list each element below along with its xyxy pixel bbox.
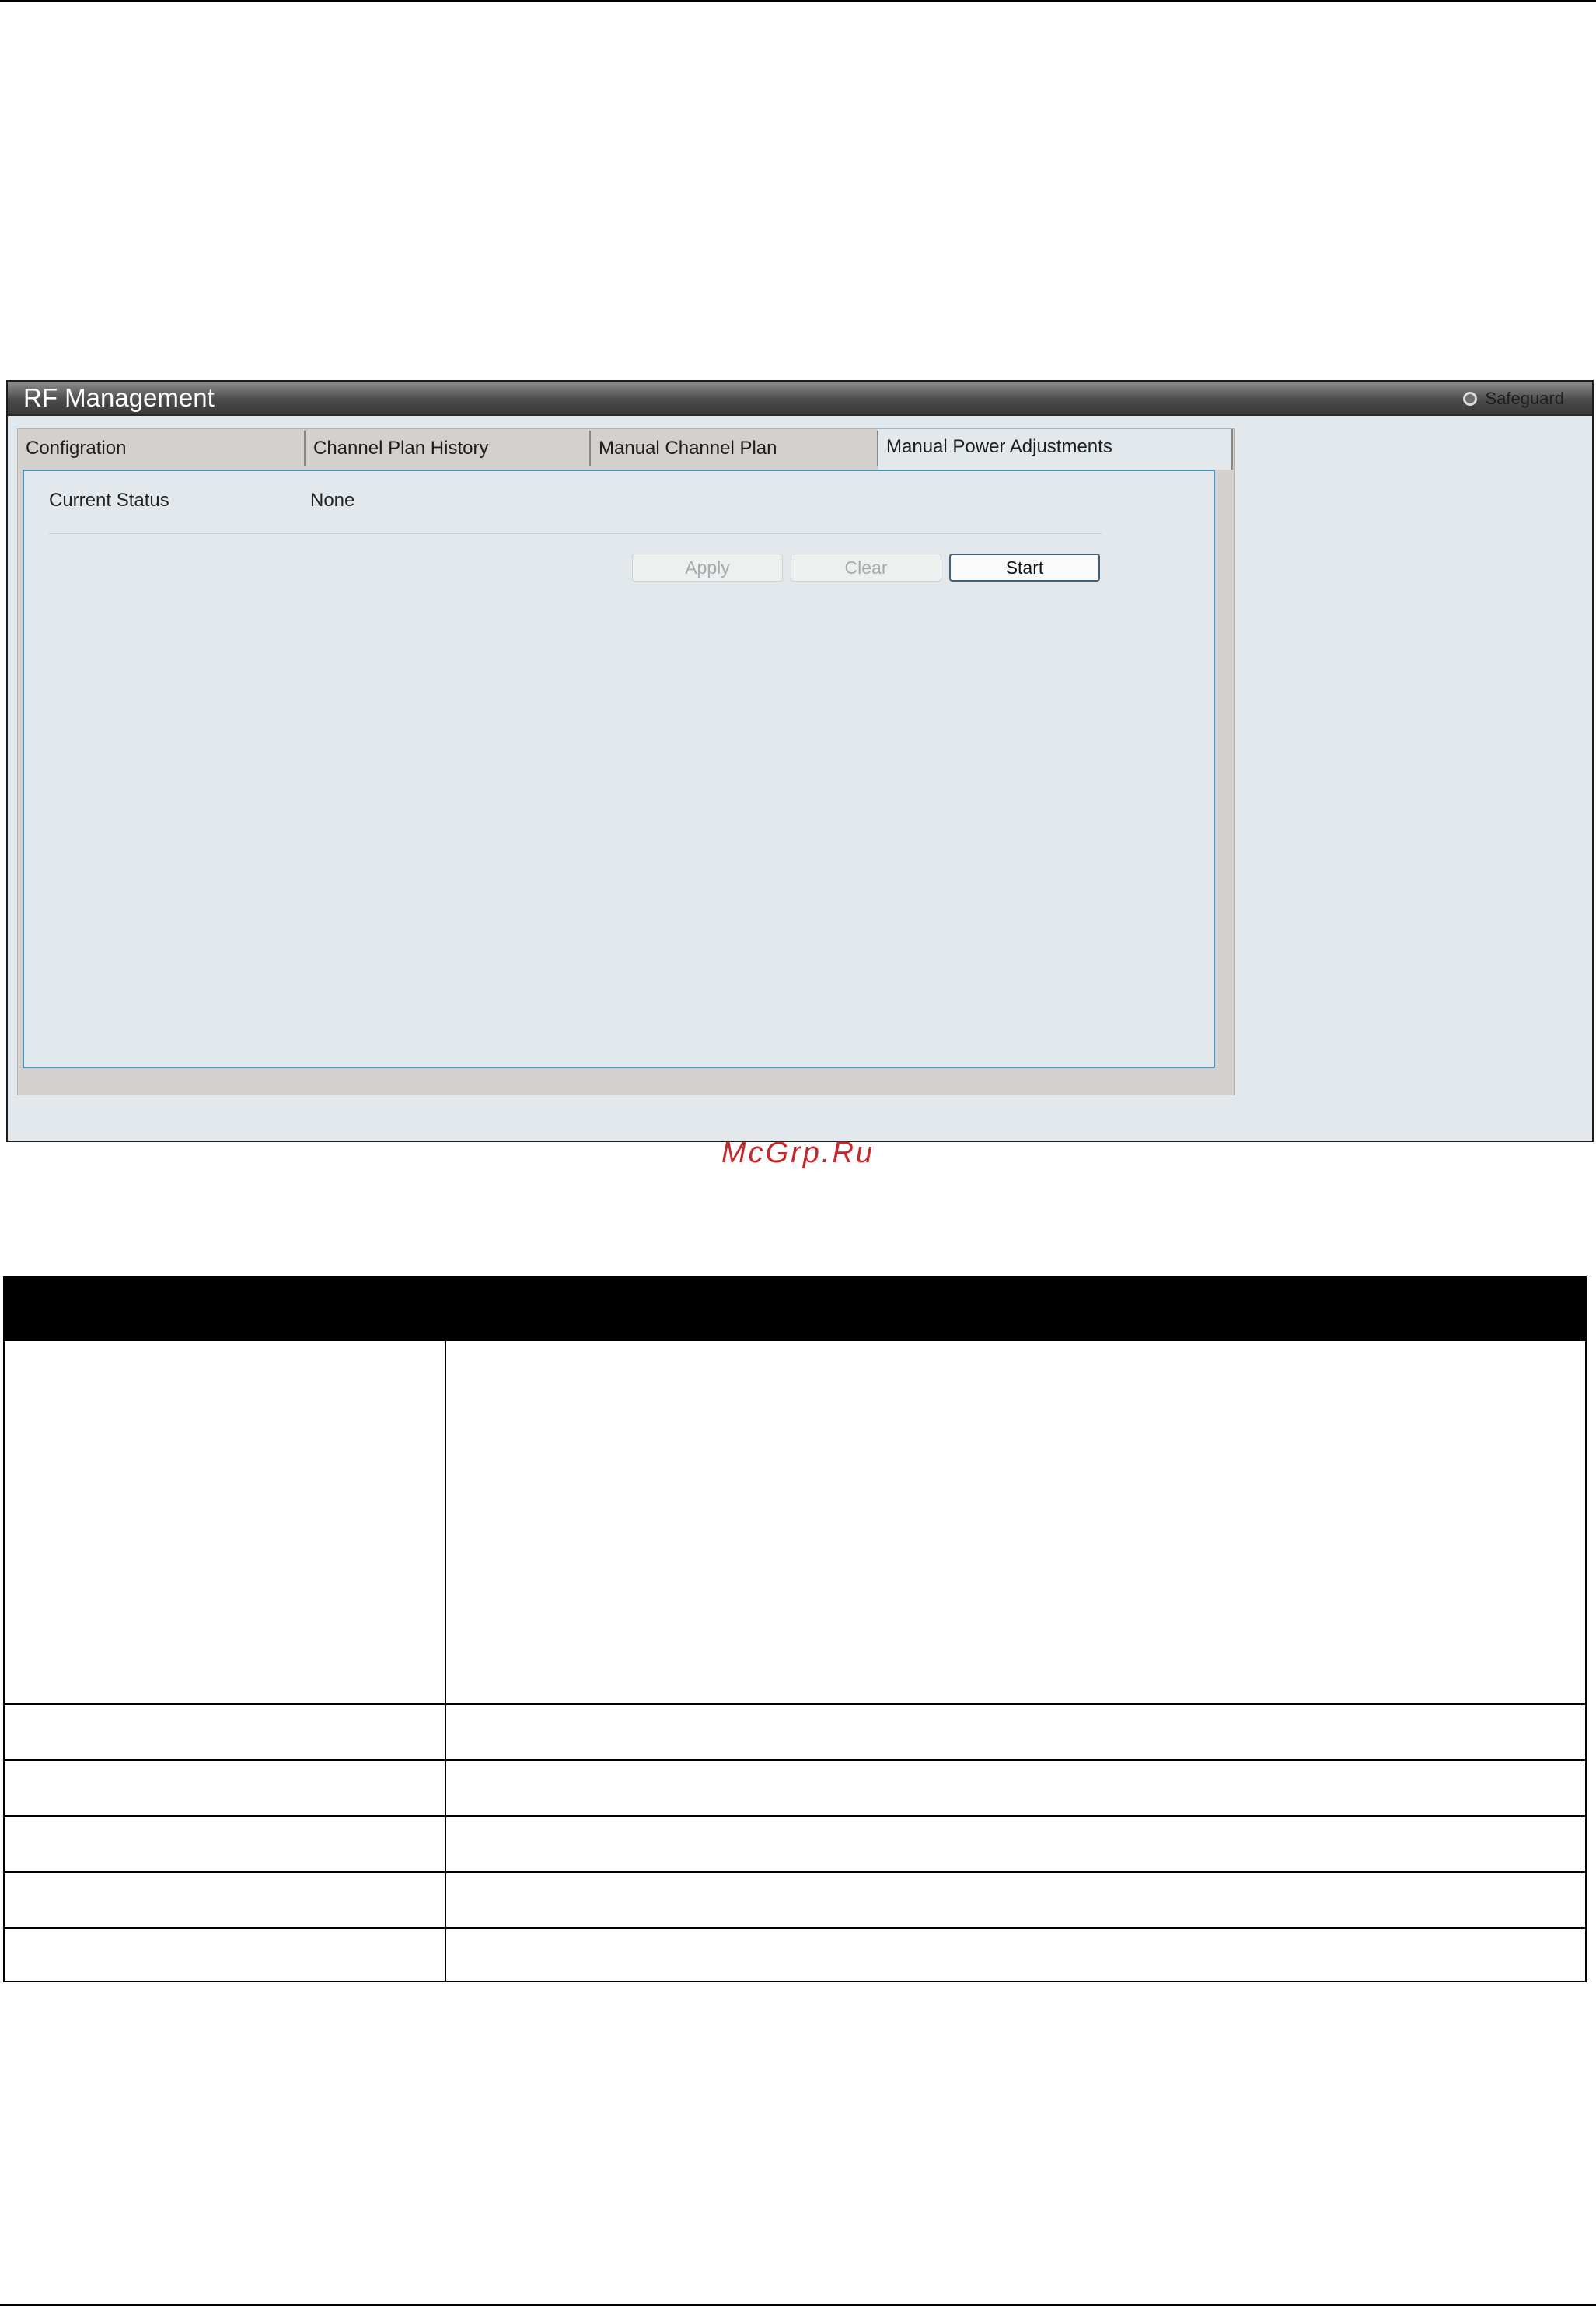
table-row-divider	[5, 1703, 1585, 1705]
tab-manual-channel-plan[interactable]: Manual Channel Plan	[591, 431, 878, 466]
rf-management-window: RF Management Safeguard Configration Cha…	[6, 380, 1594, 1142]
apply-button[interactable]: Apply	[632, 554, 783, 582]
tab-manual-power-adjustments[interactable]: Manual Power Adjustments	[878, 429, 1233, 470]
tab-bar: Configration Channel Plan History Manual…	[18, 429, 1234, 470]
parameter-table	[3, 1276, 1587, 1982]
clear-button[interactable]: Clear	[791, 554, 941, 582]
current-status-label: Current Status	[49, 490, 169, 511]
table-row-divider	[5, 1871, 1585, 1873]
safeguard-label: Safeguard	[1485, 389, 1564, 408]
tab-content: Current Status None Apply Clear Start	[23, 470, 1215, 1068]
page-top-rule	[0, 0, 1596, 2]
start-button[interactable]: Start	[949, 554, 1100, 582]
page-bottom-rule	[0, 2304, 1596, 2306]
safeguard-status-icon	[1463, 392, 1478, 406]
table-row-divider	[5, 1927, 1585, 1929]
tab-panel: Configration Channel Plan History Manual…	[17, 428, 1235, 1095]
parameter-table-header	[5, 1276, 1585, 1341]
current-status-value: None	[310, 490, 355, 511]
table-row-divider	[5, 1815, 1585, 1817]
watermark: McGrp.Ru	[721, 1137, 875, 1169]
table-row-divider	[5, 1759, 1585, 1761]
safeguard-indicator[interactable]: Safeguard	[1463, 389, 1564, 408]
window-title: RF Management	[23, 383, 215, 412]
window-titlebar: RF Management Safeguard	[8, 382, 1592, 416]
tab-configuration[interactable]: Configration	[18, 431, 306, 466]
tab-channel-plan-history[interactable]: Channel Plan History	[306, 431, 591, 466]
status-divider	[49, 533, 1102, 534]
table-column-divider	[445, 1341, 446, 1981]
